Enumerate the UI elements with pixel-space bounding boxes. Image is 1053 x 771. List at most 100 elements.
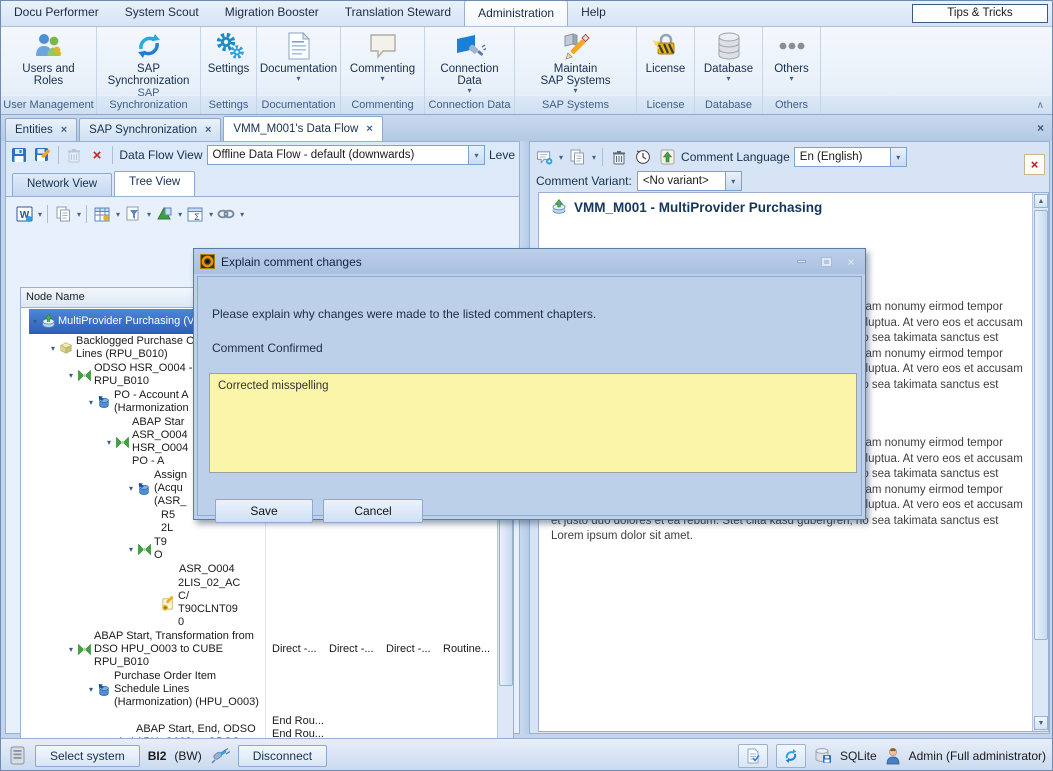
expander-icon[interactable]: ▾ — [65, 643, 77, 656]
history-clock-icon[interactable] — [633, 147, 653, 167]
menu-migration-booster[interactable]: Migration Booster — [212, 0, 332, 26]
dropdown-arrow-icon[interactable]: ▾ — [116, 210, 120, 219]
mapping-cell[interactable]: Routine... — [443, 643, 499, 656]
tab-vmm-m001-data-flow[interactable]: VMM_M001's Data Flow × — [223, 116, 382, 141]
comment-variant-row: Comment Variant: <No variant> ▾ — [536, 170, 742, 192]
tree-node-text[interactable]: ASR_O004 — [21, 562, 497, 576]
tree-node-dso-hpu-transformation[interactable]: ▾ ABAP Start, Transformation from DSO HP… — [21, 629, 497, 669]
expander-icon[interactable]: ▾ — [29, 315, 41, 328]
ribbon-group-settings: Settings Settings — [201, 27, 257, 114]
tab-close-icon[interactable]: × — [205, 124, 211, 136]
menu-docu-performer[interactable]: Docu Performer — [1, 0, 112, 26]
scroll-down-icon[interactable]: ▼ — [1034, 716, 1048, 730]
expander-icon[interactable]: ▾ — [125, 543, 137, 556]
scrollbar-thumb[interactable] — [1034, 210, 1048, 640]
node-label: ODSO HSR_O004 - — [94, 362, 192, 375]
connection-data-button[interactable]: Connection Data ▾ — [425, 29, 514, 95]
log-document-button[interactable] — [738, 744, 768, 768]
tab-close-icon[interactable]: × — [366, 123, 372, 135]
remove-red-x-icon[interactable]: × — [88, 145, 107, 165]
speech-bubble-icon — [368, 29, 398, 63]
others-button[interactable]: Others ▾ — [763, 29, 820, 95]
datastore-icon — [97, 683, 114, 697]
tips-tricks-button[interactable]: Tips & Tricks — [912, 4, 1048, 23]
comment-variant-combo[interactable]: <No variant> ▾ — [637, 171, 742, 191]
user-label: Admin (Full administrator) — [909, 749, 1046, 763]
cancel-button[interactable]: Cancel — [323, 499, 423, 523]
ribbon-button-label: Settings — [208, 63, 250, 75]
users-and-roles-button[interactable]: Users and Roles — [1, 29, 96, 95]
tab-tree-view[interactable]: Tree View — [114, 171, 195, 196]
expander-icon[interactable]: ▾ — [85, 683, 97, 696]
dropdown-arrow-icon[interactable]: ▾ — [147, 210, 151, 219]
maintain-sap-systems-button[interactable]: Maintain SAP Systems ▾ — [515, 29, 636, 95]
close-icon[interactable]: × — [843, 255, 859, 268]
tab-sap-synchronization[interactable]: SAP Synchronization × — [79, 118, 221, 141]
tree-node-datasource[interactable]: 2LIS_02_AC C/ T90CLNT09 0 — [21, 576, 497, 629]
word-export-icon[interactable]: W — [14, 204, 34, 224]
mapping-cell[interactable]: Direct -... — [272, 643, 328, 656]
expander-icon[interactable]: ▾ — [47, 342, 59, 355]
filter-icon[interactable] — [123, 204, 143, 224]
dropdown-arrow-icon[interactable]: ▾ — [592, 153, 596, 162]
menu-help[interactable]: Help — [568, 0, 619, 26]
sap-synchronization-button[interactable]: SAP Synchronization — [97, 29, 200, 95]
ribbon-collapse-button[interactable]: ∧ — [1037, 100, 1044, 111]
table-columns-icon[interactable] — [92, 204, 112, 224]
mapping-cell[interactable]: Direct -... — [329, 643, 385, 656]
disconnect-button[interactable]: Disconnect — [238, 745, 327, 767]
select-system-button[interactable]: Select system — [35, 745, 140, 767]
delete-icon[interactable] — [609, 147, 629, 167]
publish-up-icon[interactable] — [657, 147, 677, 167]
dropdown-arrow-icon[interactable]: ▾ — [559, 153, 563, 162]
commenting-button[interactable]: Commenting ▾ — [341, 29, 424, 95]
scroll-up-icon[interactable]: ▲ — [1034, 194, 1048, 208]
dialog-title-bar[interactable]: Explain comment changes × — [194, 249, 865, 274]
minimize-icon[interactable] — [793, 255, 809, 268]
data-flow-combo[interactable]: Offline Data Flow - default (downwards) … — [207, 145, 485, 165]
tab-network-view[interactable]: Network View — [12, 173, 112, 196]
delete-icon[interactable] — [65, 145, 84, 165]
expander-icon[interactable]: ▾ — [103, 436, 115, 449]
copy-icon[interactable] — [567, 147, 587, 167]
dropdown-arrow-icon[interactable]: ▾ — [178, 210, 182, 219]
database-button[interactable]: Database ▾ — [695, 29, 762, 95]
license-button[interactable]: License — [637, 29, 694, 95]
documentation-button[interactable]: Documentation ▾ — [257, 29, 340, 95]
dropdown-arrow-icon[interactable]: ▾ — [38, 210, 42, 219]
menu-system-scout[interactable]: System Scout — [112, 0, 212, 26]
dropdown-arrow-icon[interactable]: ▾ — [209, 210, 213, 219]
combo-dropdown-icon[interactable]: ▾ — [468, 146, 484, 164]
menu-translation-steward[interactable]: Translation Steward — [332, 0, 464, 26]
comment-bubble-icon[interactable] — [534, 147, 554, 167]
comment-scrollbar[interactable]: ▲ ▼ — [1032, 193, 1048, 731]
link-icon[interactable] — [216, 204, 236, 224]
hierarchy-icon[interactable] — [154, 204, 174, 224]
tree-node-schedule-lines[interactable]: ▾ Purchase Order Item Schedule Lines (Ha… — [21, 669, 497, 709]
mapping-cell[interactable]: Direct -... — [386, 643, 442, 656]
explanation-textarea[interactable]: Corrected misspelling — [209, 373, 857, 473]
copy-icon[interactable] — [53, 204, 73, 224]
menu-administration[interactable]: Administration — [464, 0, 568, 26]
refresh-button[interactable] — [776, 744, 806, 768]
settings-button[interactable]: Settings — [201, 29, 256, 95]
tabstrip-close-icon[interactable]: × — [1037, 121, 1044, 135]
save-edit-icon[interactable] — [33, 145, 52, 165]
expander-icon[interactable]: ▾ — [125, 482, 137, 495]
combo-dropdown-icon[interactable]: ▾ — [890, 148, 906, 166]
table-sum-icon[interactable]: Σ — [185, 204, 205, 224]
tab-close-icon[interactable]: × — [61, 124, 67, 136]
tab-entities[interactable]: Entities × — [5, 118, 77, 141]
save-button[interactable]: Save — [215, 499, 313, 523]
maximize-icon[interactable] — [818, 255, 834, 268]
tree-node-t90[interactable]: ▾ T9 O — [21, 535, 497, 562]
save-icon[interactable] — [10, 145, 29, 165]
close-comment-button[interactable]: × — [1024, 154, 1045, 175]
dropdown-arrow-icon[interactable]: ▾ — [77, 210, 81, 219]
dropdown-arrow-icon[interactable]: ▾ — [240, 210, 244, 219]
expander-icon[interactable]: ▾ — [85, 396, 97, 409]
combo-dropdown-icon[interactable]: ▾ — [725, 172, 741, 190]
ribbon-spacer — [821, 27, 1053, 114]
comment-language-combo[interactable]: En (English) ▾ — [794, 147, 907, 167]
expander-icon[interactable]: ▾ — [65, 369, 77, 382]
